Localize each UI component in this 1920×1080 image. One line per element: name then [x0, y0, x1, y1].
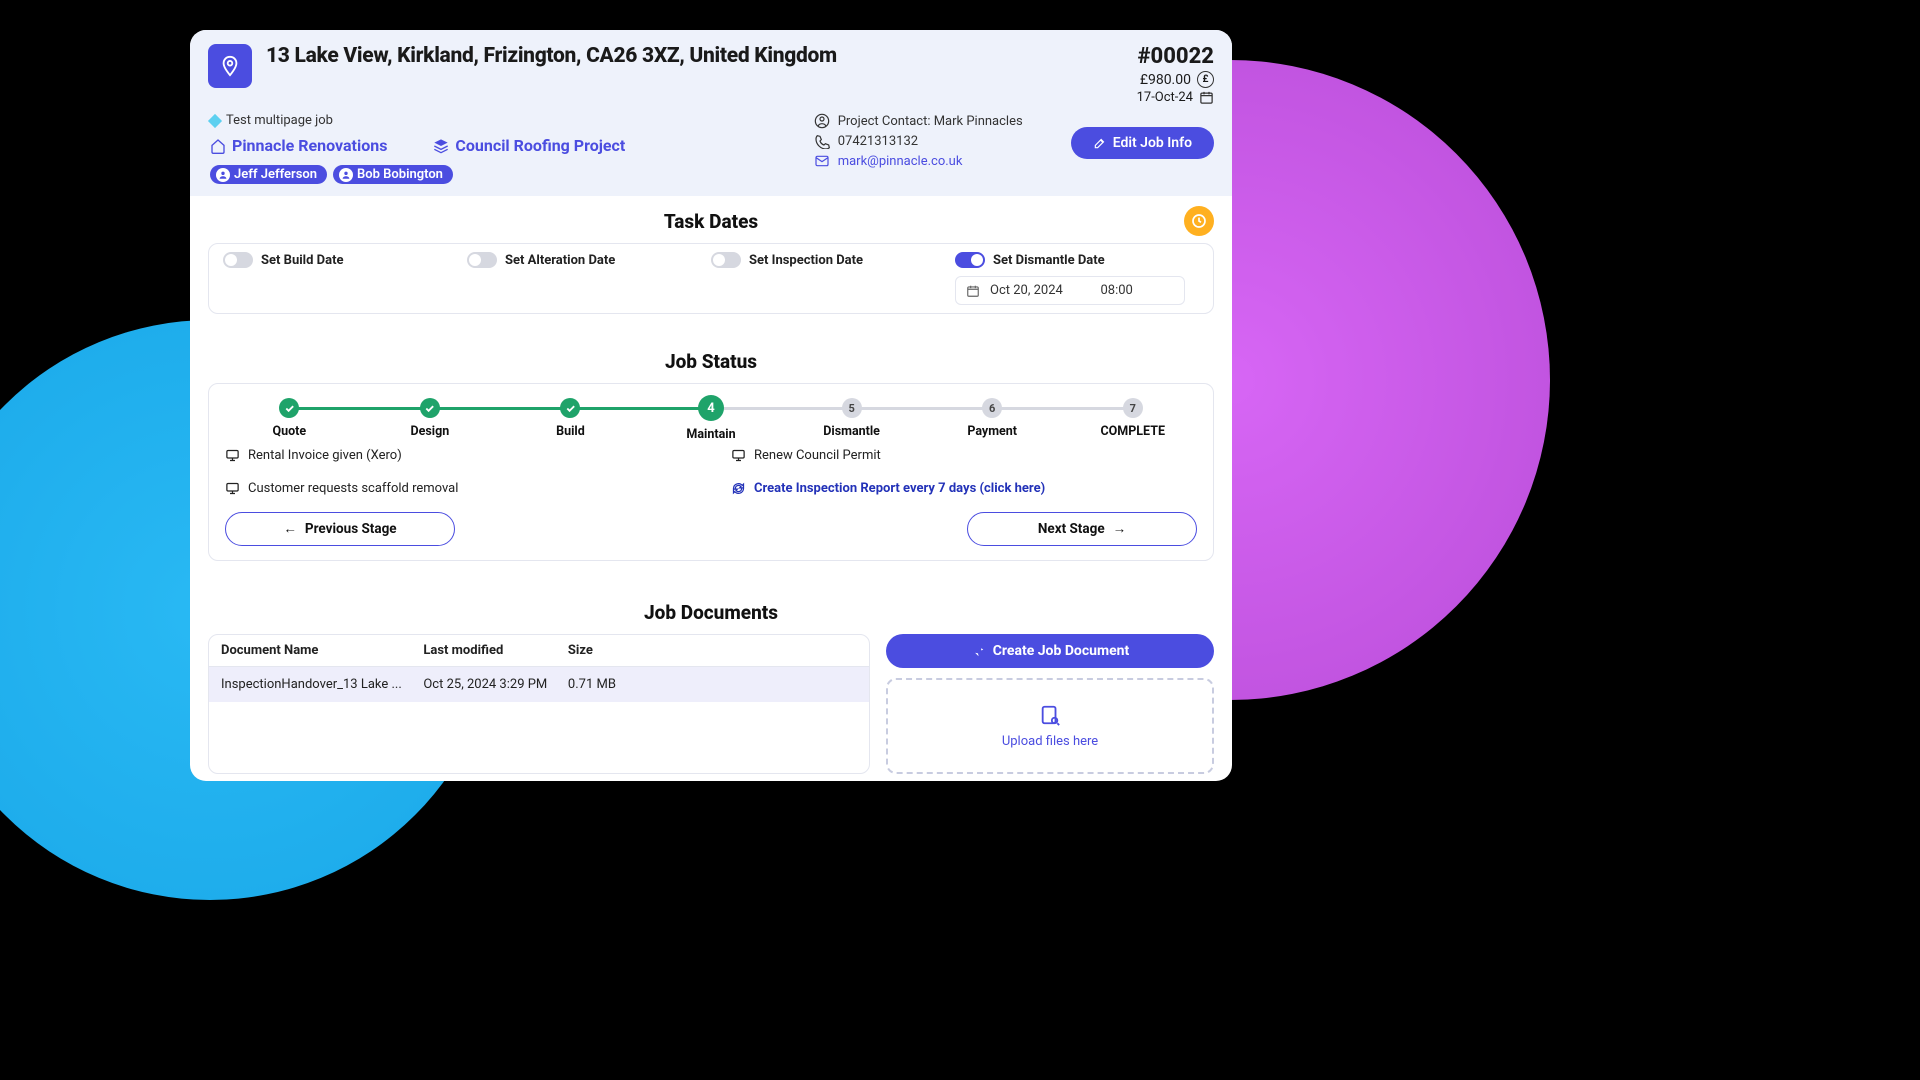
project-link[interactable]: Council Roofing Project	[433, 136, 625, 155]
step-payment[interactable]: 6 Payment	[922, 398, 1063, 439]
person-chip[interactable]: Bob Bobington	[333, 165, 453, 184]
job-address: 13 Lake View, Kirkland, Frizington, CA26…	[266, 44, 1123, 68]
status-note: Customer requests scaffold removal	[225, 481, 691, 496]
doc-size: 0.71 MB	[568, 677, 857, 692]
diamond-icon	[208, 113, 222, 127]
person-name: Jeff Jefferson	[234, 167, 317, 182]
date-value: Oct 20, 2024	[990, 283, 1063, 298]
calendar-icon	[1199, 90, 1214, 105]
person-chip[interactable]: Jeff Jefferson	[210, 165, 327, 184]
location-pin-icon	[208, 44, 252, 88]
edit-job-info-button[interactable]: Edit Job Info	[1071, 127, 1214, 159]
check-icon	[284, 403, 295, 414]
job-date: 17-Oct-24	[1137, 90, 1193, 105]
phone-icon	[814, 133, 830, 149]
person-icon	[216, 168, 230, 182]
step-quote[interactable]: Quote	[219, 398, 360, 439]
job-status-title: Job Status	[208, 350, 1214, 373]
company-link[interactable]: Pinnacle Renovations	[210, 136, 387, 155]
upload-label: Upload files here	[1002, 734, 1098, 749]
job-price: £980.00	[1140, 72, 1191, 88]
arrow-right-icon: →	[1113, 521, 1127, 537]
home-icon	[210, 138, 226, 154]
stepper-box: Quote Design Build 4	[208, 383, 1214, 561]
contact-name: Project Contact: Mark Pinnacles	[814, 113, 1023, 129]
col-last-modified[interactable]: Last modified	[423, 643, 568, 658]
inspection-report-link[interactable]: Create Inspection Report every 7 days (c…	[731, 481, 1197, 496]
currency-icon: £	[1197, 71, 1214, 88]
doc-name: InspectionHandover_13 Lake ...	[221, 677, 423, 692]
col-document-name[interactable]: Document Name	[221, 643, 423, 658]
task-label: Set Build Date	[261, 253, 344, 268]
monitor-icon	[225, 481, 240, 496]
step-maintain[interactable]: 4 Maintain	[641, 398, 782, 442]
user-circle-icon	[814, 113, 830, 129]
mail-icon	[814, 153, 830, 169]
person-name: Bob Bobington	[357, 167, 443, 182]
next-stage-button[interactable]: Next Stage →	[967, 512, 1197, 546]
step-build[interactable]: Build	[500, 398, 641, 439]
job-panel: 13 Lake View, Kirkland, Frizington, CA26…	[190, 30, 1232, 781]
arrow-left-icon: ←	[283, 521, 297, 537]
documents-table: Document Name Last modified Size Inspect…	[208, 634, 870, 774]
toggle-build-date[interactable]	[223, 252, 253, 268]
clock-badge-icon[interactable]	[1184, 206, 1214, 236]
check-icon	[565, 403, 576, 414]
job-tag: Test multipage job	[226, 113, 333, 128]
job-number: #00022	[1137, 44, 1214, 69]
dismantle-date-field[interactable]: Oct 20, 2024 08:00	[955, 276, 1185, 305]
toggle-dismantle-date[interactable]	[955, 252, 985, 268]
contact-email[interactable]: mark@pinnacle.co.uk	[814, 153, 1023, 169]
create-job-document-button[interactable]: Create Job Document	[886, 634, 1214, 668]
status-note: Renew Council Permit	[731, 448, 1197, 463]
time-value: 08:00	[1100, 283, 1132, 298]
task-dates-box: Set Build Date Set Alteration Date Set I…	[208, 243, 1214, 314]
monitor-icon	[731, 448, 746, 463]
previous-stage-button[interactable]: ← Previous Stage	[225, 512, 455, 546]
job-header: 13 Lake View, Kirkland, Frizington, CA26…	[190, 30, 1232, 196]
calendar-icon	[966, 284, 980, 298]
file-search-icon	[1039, 704, 1061, 726]
toggle-alteration-date[interactable]	[467, 252, 497, 268]
pin-icon	[971, 644, 985, 658]
step-design[interactable]: Design	[360, 398, 501, 439]
step-dismantle[interactable]: 5 Dismantle	[781, 398, 922, 439]
contact-phone[interactable]: 07421313132	[814, 133, 1023, 149]
company-name: Pinnacle Renovations	[232, 136, 387, 155]
task-dates-title: Task Dates	[208, 210, 1214, 233]
refresh-icon	[731, 481, 746, 496]
task-label: Set Dismantle Date	[993, 253, 1105, 268]
status-note: Rental Invoice given (Xero)	[225, 448, 691, 463]
upload-dropzone[interactable]: Upload files here	[886, 678, 1214, 774]
layers-icon	[433, 138, 449, 154]
project-name: Council Roofing Project	[455, 136, 625, 155]
toggle-inspection-date[interactable]	[711, 252, 741, 268]
monitor-icon	[225, 448, 240, 463]
doc-modified: Oct 25, 2024 3:29 PM	[423, 677, 568, 692]
person-icon	[339, 168, 353, 182]
check-icon	[424, 403, 435, 414]
table-row[interactable]: InspectionHandover_13 Lake ... Oct 25, 2…	[209, 667, 869, 702]
step-complete[interactable]: 7 COMPLETE	[1062, 398, 1203, 439]
task-label: Set Inspection Date	[749, 253, 863, 268]
col-size[interactable]: Size	[568, 643, 857, 658]
job-documents-title: Job Documents	[208, 601, 1214, 624]
edit-icon	[1093, 136, 1107, 150]
edit-job-label: Edit Job Info	[1113, 135, 1192, 151]
task-label: Set Alteration Date	[505, 253, 615, 268]
